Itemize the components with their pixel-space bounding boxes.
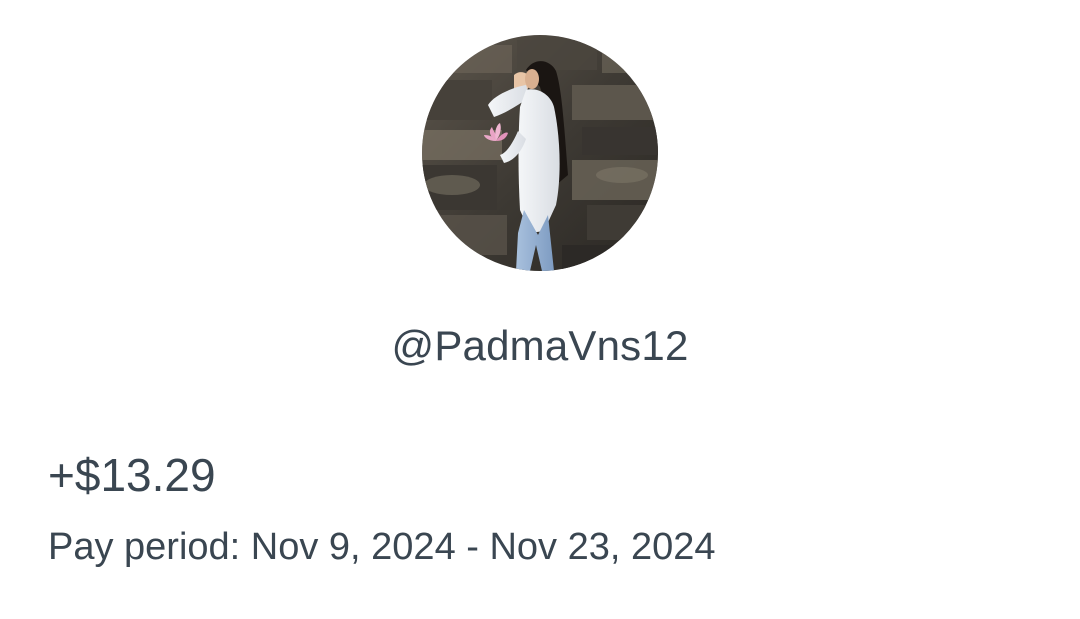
profile-photo-image <box>422 35 658 271</box>
avatar[interactable] <box>422 35 658 271</box>
pay-period: Pay period: Nov 9, 2024 - Nov 23, 2024 <box>48 526 716 568</box>
username-handle[interactable]: @PadmaVns12 <box>0 318 1080 374</box>
payout-amount: +$13.29 <box>48 449 216 501</box>
